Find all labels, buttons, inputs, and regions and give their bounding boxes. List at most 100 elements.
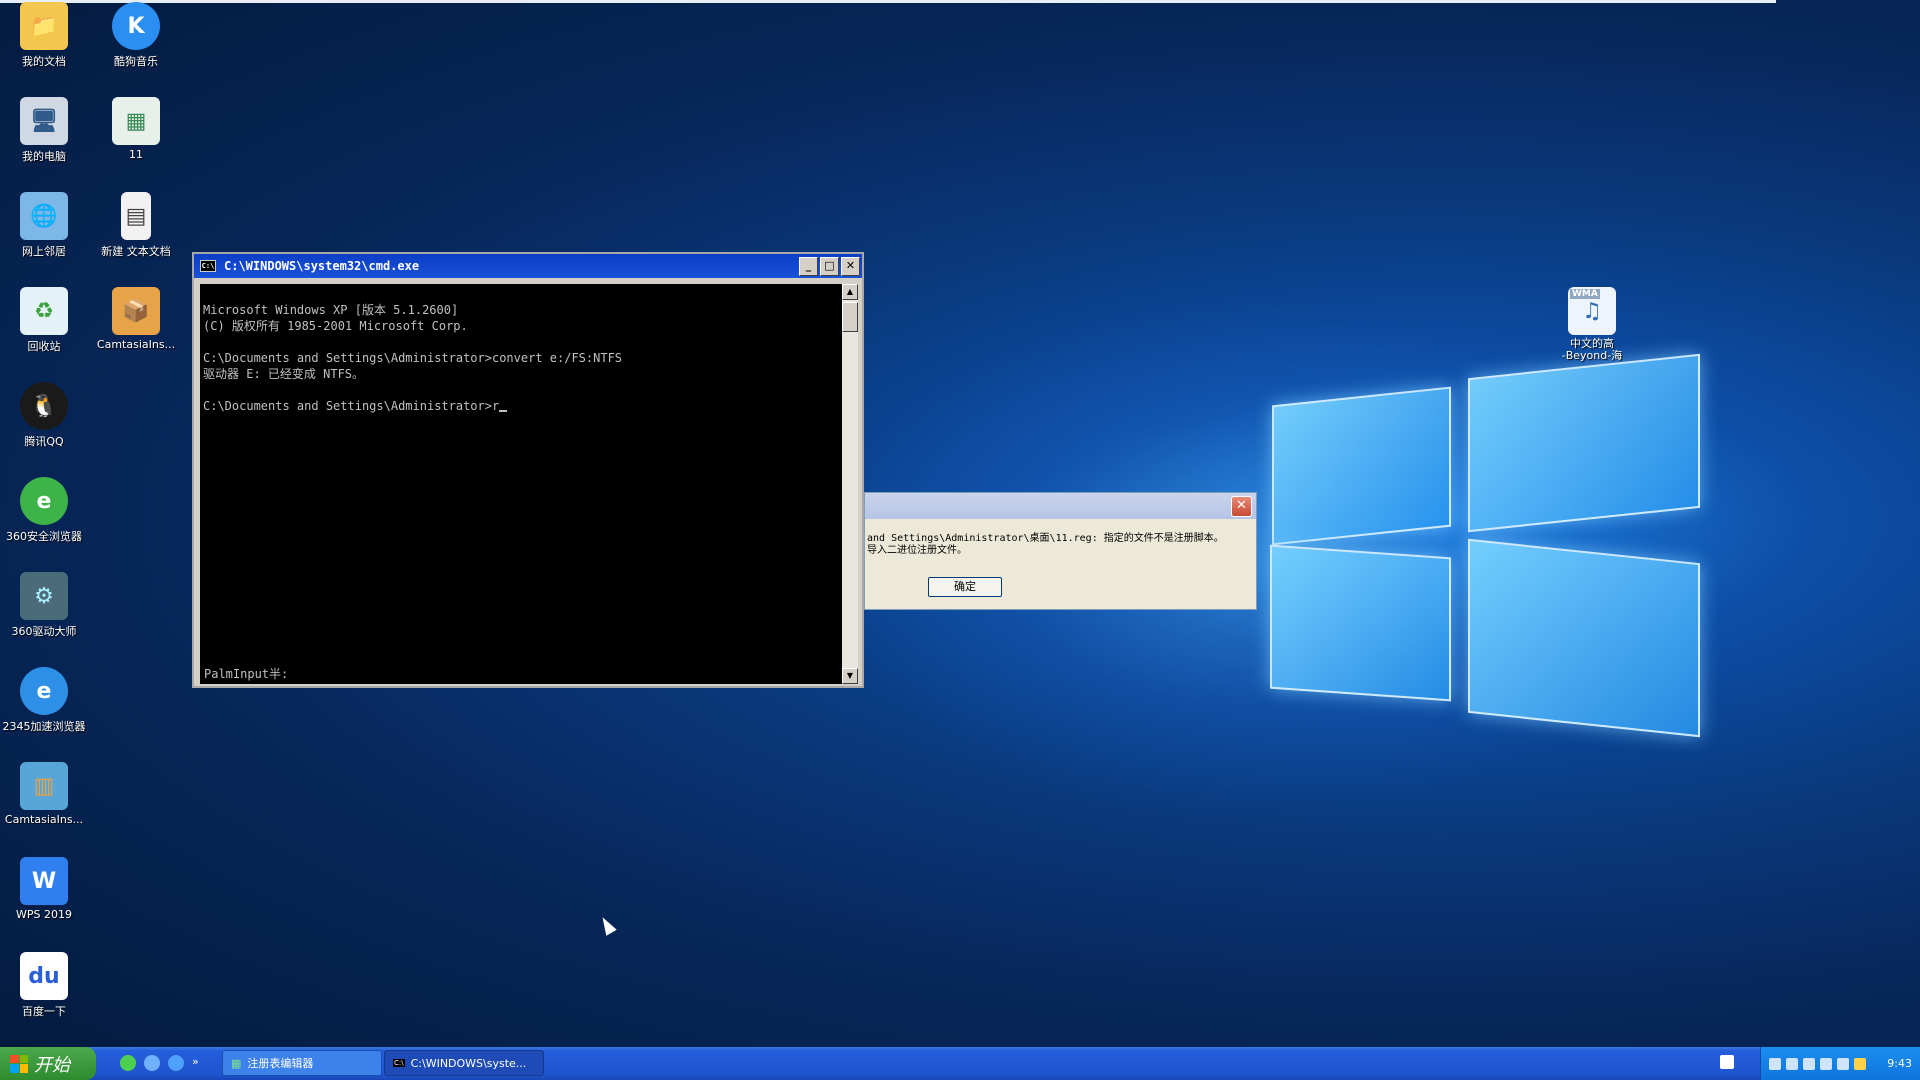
network-tray-icon[interactable]	[1803, 1057, 1815, 1070]
cmd-window[interactable]: C:\ C:\WINDOWS\system32\cmd.exe _ □ ✕ Mi…	[192, 252, 864, 688]
desktop-icon-label: CamtasiaIns...	[4, 813, 84, 826]
window-controls: _ □ ✕	[799, 257, 860, 276]
music-file-icon: WMA ♫	[1568, 287, 1616, 335]
desktop-icon-label: 腾讯QQ	[24, 435, 64, 448]
desktop-icon-label: WPS 2019	[16, 908, 72, 921]
console-line: C:\Documents and Settings\Administrator>…	[203, 351, 623, 365]
desktop-icon-label: 11	[129, 148, 143, 161]
taskbar-button-label: 注册表编辑器	[247, 1057, 314, 1070]
package-icon: 📦	[112, 287, 160, 335]
regedit-icon: ▦	[231, 1056, 242, 1070]
console-prompt-line: C:\Documents and Settings\Administrator>…	[203, 398, 846, 414]
windows-logo-wallpaper	[1260, 346, 1710, 746]
taskbar-cmd[interactable]: C:\ C:\WINDOWS\syste...	[384, 1050, 544, 1076]
quick-launch: »	[120, 1055, 199, 1071]
computer-icon: 🖥	[20, 97, 68, 145]
desktop-icon-my-documents[interactable]: 📁 我的文档	[0, 2, 90, 69]
360-browser-icon[interactable]	[120, 1055, 136, 1071]
desktop-icon-label: 回收站	[27, 340, 61, 353]
desktop-icon-360-browser[interactable]: e 360安全浏览器	[0, 477, 90, 544]
desktop-icon-label: 我的电脑	[22, 150, 66, 163]
desktop-icon-wma-file[interactable]: WMA ♫ 中文的高 -Beyond-海	[1546, 287, 1638, 362]
logo-pane	[1270, 544, 1451, 702]
desktop-icon-wps[interactable]: W WPS 2019	[0, 857, 90, 921]
maximize-button[interactable]: □	[820, 257, 839, 276]
taskbar: 开始 » ▦ 注册表编辑器 C:\ C:\WINDOWS\syste... 9:…	[0, 1047, 1920, 1080]
desktop-icon-kugou-music[interactable]: K 酷狗音乐	[90, 2, 182, 69]
start-button[interactable]: 开始	[0, 1047, 96, 1080]
recycle-bin-icon: ♻	[20, 287, 68, 335]
keyboard-icon[interactable]	[1769, 1057, 1781, 1070]
desktop-icon-label: 百度一下	[22, 1005, 66, 1018]
minimize-button[interactable]: _	[799, 257, 818, 276]
cmd-title: C:\WINDOWS\system32\cmd.exe	[224, 259, 420, 273]
desktop-icon-label: 360安全浏览器	[6, 530, 82, 543]
console-line: (C) 版权所有 1985-2001 Microsoft Corp.	[203, 319, 468, 333]
ok-button[interactable]: 确定	[928, 577, 1002, 597]
console-line: 驱动器 E: 已经变成 NTFS。	[203, 367, 365, 381]
desktop-icon-label: 我的文档	[22, 55, 66, 68]
taskbar-button-label: C:\WINDOWS\syste...	[410, 1056, 527, 1070]
media-player-icon[interactable]	[168, 1055, 184, 1071]
dialog-message-line: and Settings\Administrator\桌面\11.reg: 指定…	[867, 533, 1224, 544]
dialog-message: and Settings\Administrator\桌面\11.reg: 指定…	[867, 533, 1224, 557]
baidu-paw-icon: du	[20, 952, 68, 1000]
ime-status: PalmInput半:	[204, 667, 289, 681]
desktop-icon-2345-browser[interactable]: e 2345加速浏览器	[0, 667, 90, 734]
2345-browser-icon: e	[20, 667, 68, 715]
scroll-up-arrow-icon[interactable]: ▲	[842, 284, 858, 300]
360-browser-icon: e	[20, 477, 68, 525]
cmd-title-bar[interactable]: C:\ C:\WINDOWS\system32\cmd.exe _ □ ✕	[194, 254, 862, 278]
desktop-icon-network[interactable]: 🌐 网上邻居	[0, 192, 90, 259]
desktop-icon-label: 中文的高 -Beyond-海	[1561, 337, 1623, 362]
console-prompt: C:\Documents and Settings\Administrator>…	[203, 399, 500, 413]
desktop-icon-baidu[interactable]: du 百度一下	[0, 952, 90, 1019]
volume-icon[interactable]	[1820, 1057, 1832, 1070]
taskbar-registry-editor[interactable]: ▦ 注册表编辑器	[222, 1050, 382, 1076]
driver-gear-icon: ⚙	[20, 572, 68, 620]
logo-pane	[1272, 386, 1451, 546]
start-label: 开始	[34, 1054, 70, 1076]
more-chevron-icon[interactable]: »	[192, 1055, 199, 1071]
top-edge-line	[0, 0, 1776, 3]
desktop-icon-recycle-bin[interactable]: ♻ 回收站	[0, 287, 90, 354]
show-desktop-icon[interactable]	[1720, 1055, 1734, 1069]
scroll-down-arrow-icon[interactable]: ▼	[842, 668, 858, 684]
folder-icon: 📁	[20, 2, 68, 50]
desktop-icon-camtasia-installer[interactable]: 📦 CamtasiaIns...	[90, 287, 182, 351]
wma-badge: WMA	[1570, 289, 1600, 299]
vertical-scrollbar[interactable]: ▲ ▼	[842, 284, 858, 684]
qq-penguin-icon: 🐧	[20, 382, 68, 430]
system-tray: 9:43	[1760, 1047, 1920, 1080]
text-document-icon: ▤	[121, 192, 151, 240]
dialog-message-line: 导入二进位注册文件。	[867, 545, 967, 556]
desktop-icon-label: 网上邻居	[22, 245, 66, 258]
desktop-icon-label: 2345加速浏览器	[2, 720, 86, 733]
dialog-title-bar[interactable]: ✕	[865, 493, 1256, 519]
console-line: Microsoft Windows XP [版本 5.1.2600]	[203, 303, 459, 317]
network-icon: 🌐	[20, 192, 68, 240]
ie-icon[interactable]	[144, 1055, 160, 1071]
archive-icon: ▥	[20, 762, 68, 810]
shield-icon[interactable]	[1854, 1057, 1866, 1070]
scroll-thumb[interactable]	[842, 302, 858, 332]
clock[interactable]: 9:43	[1887, 1057, 1912, 1070]
close-button[interactable]: ✕	[841, 257, 860, 276]
dialog-close-button[interactable]: ✕	[1231, 496, 1252, 517]
cmd-icon: C:\	[200, 260, 216, 272]
console-output[interactable]: Microsoft Windows XP [版本 5.1.2600] (C) 版权…	[200, 284, 846, 684]
desktop-icon-label: 酷狗音乐	[114, 55, 158, 68]
desktop-icon-camtasia-installer-2[interactable]: ▥ CamtasiaIns...	[0, 762, 90, 826]
desktop-icon-new-text-document[interactable]: ▤ 新建 文本文档	[90, 192, 182, 259]
desktop-icon-label: 新建 文本文档	[101, 245, 171, 258]
desktop-icon-my-computer[interactable]: 🖥 我的电脑	[0, 97, 90, 164]
registry-editor-dialog[interactable]: ✕ and Settings\Administrator\桌面\11.reg: …	[864, 492, 1257, 610]
kugou-tray-icon[interactable]	[1786, 1057, 1798, 1070]
mouse-pointer-icon	[597, 914, 617, 936]
desktop-icon-11[interactable]: ▦ 11	[90, 97, 182, 161]
kugou-icon: K	[112, 2, 160, 50]
security-tray-icon[interactable]	[1837, 1057, 1849, 1070]
desktop-icon-360-driver[interactable]: ⚙ 360驱动大师	[0, 572, 90, 639]
desktop-icon-qq[interactable]: 🐧 腾讯QQ	[0, 382, 90, 449]
